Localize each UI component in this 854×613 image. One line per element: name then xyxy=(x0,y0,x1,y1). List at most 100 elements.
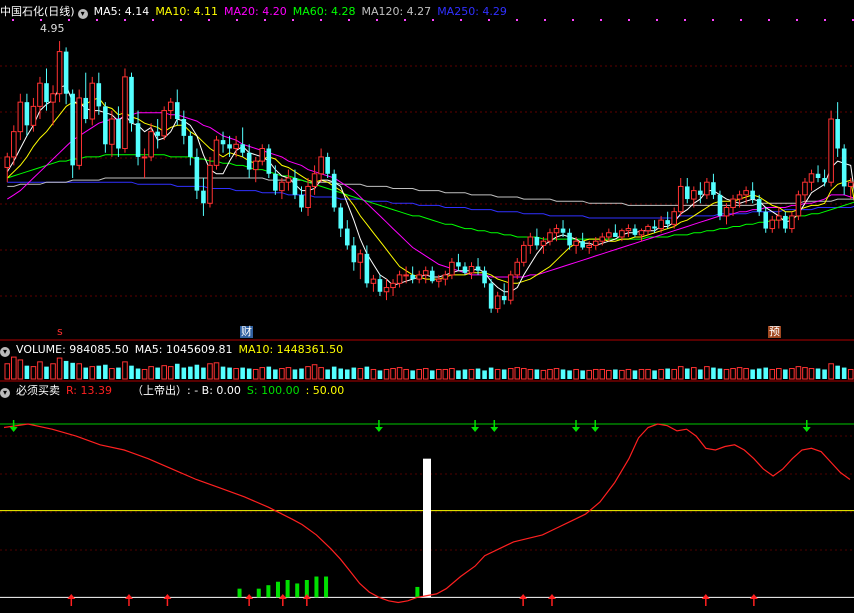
candle-body xyxy=(698,190,703,195)
volume-bar xyxy=(665,368,670,379)
volume-bar xyxy=(305,366,311,380)
candle-body xyxy=(390,282,396,289)
sell-arrow-icon xyxy=(572,420,581,432)
dropdown-icon[interactable]: ▾ xyxy=(0,388,10,398)
volume-bar xyxy=(109,368,115,380)
volume-bar xyxy=(711,367,716,379)
candle-body xyxy=(396,274,403,284)
volume-bar xyxy=(743,368,749,380)
candle-body xyxy=(429,270,435,282)
candle-body xyxy=(638,230,645,236)
candle-body xyxy=(213,139,220,166)
volume-bar xyxy=(344,369,350,379)
candle-body xyxy=(56,51,63,95)
candle-body xyxy=(17,101,24,133)
candle-body xyxy=(37,82,43,107)
volume-bar xyxy=(501,369,507,379)
volume-bar xyxy=(141,368,148,380)
volume-bar xyxy=(331,366,337,379)
volume-bar xyxy=(383,368,390,380)
candle-body xyxy=(763,211,769,229)
candle-body xyxy=(449,261,455,276)
candle-body xyxy=(141,156,148,159)
candle-body xyxy=(70,93,75,166)
volume-bar xyxy=(30,366,37,380)
candle-body xyxy=(188,135,193,157)
volume-bar xyxy=(148,366,154,380)
dropdown-icon[interactable]: ▾ xyxy=(77,9,88,19)
candle-body xyxy=(736,194,743,200)
volume-bar xyxy=(207,363,213,380)
ma250-label: MA250: 4.29 xyxy=(437,5,507,18)
stock-title[interactable]: 中国石化(日线) xyxy=(0,5,75,18)
candle-body xyxy=(580,241,585,248)
volume-ma10-label: MA10: 1448361.50 xyxy=(238,343,344,356)
volume-bar xyxy=(789,368,795,380)
candle-body xyxy=(422,270,429,276)
candle-body xyxy=(103,106,108,145)
volume-bar xyxy=(390,368,396,380)
volume-bar xyxy=(698,369,703,379)
indicator-title[interactable]: 必须买卖 xyxy=(16,384,60,397)
level-value-label: : 50.00 xyxy=(305,384,345,397)
volume-bar xyxy=(279,368,285,380)
volume-bar xyxy=(227,367,232,379)
dropdown-icon[interactable]: ▾ xyxy=(0,347,10,357)
signal-dot xyxy=(796,19,798,21)
volume-bar xyxy=(213,362,220,380)
signal-dot xyxy=(768,19,770,21)
volume-bar xyxy=(494,368,501,380)
volume-bar xyxy=(736,367,743,380)
candle-body xyxy=(802,181,808,196)
volume-bar xyxy=(763,367,769,379)
volume-bar xyxy=(167,366,174,380)
event-tag-finance[interactable]: 财 xyxy=(240,326,253,338)
candle-body xyxy=(691,190,697,200)
candle-body xyxy=(586,244,592,249)
candle-body xyxy=(482,270,487,284)
event-tag-s[interactable]: s xyxy=(56,326,64,338)
candle-body xyxy=(658,219,664,230)
candle-body xyxy=(30,105,37,126)
candle-body xyxy=(122,76,128,150)
event-tag-forecast[interactable]: 预 xyxy=(768,326,781,338)
sell-arrow-icon xyxy=(471,420,480,432)
volume-bar xyxy=(266,366,272,379)
volume-bar xyxy=(122,361,128,380)
ma60-line xyxy=(7,154,854,240)
volume-bar xyxy=(442,368,449,380)
candle-body xyxy=(723,206,730,217)
volume-bar xyxy=(514,367,521,380)
volume-bar xyxy=(403,368,409,380)
indicator-panel-header: ▾ 必须买卖 R: 13.39 （上帝出）: - B: 0.00 S: 100.00: … xyxy=(0,383,350,399)
green-signal-bar xyxy=(415,586,420,598)
green-signal-bar xyxy=(256,588,261,598)
volume-bar xyxy=(299,368,304,379)
volume-bar xyxy=(63,360,69,379)
volume-bar xyxy=(351,367,357,379)
candle-body xyxy=(370,278,377,284)
volume-bar xyxy=(285,367,292,380)
volume-bar xyxy=(652,370,657,379)
candle-body xyxy=(344,228,350,246)
volume-bar xyxy=(475,368,481,379)
candle-body xyxy=(259,148,266,162)
volume-bar xyxy=(580,370,585,379)
candle-body xyxy=(567,232,572,246)
volume-bar xyxy=(188,366,193,379)
white-signal-bar xyxy=(423,458,431,598)
candle-body xyxy=(835,119,840,149)
candle-body xyxy=(155,131,160,136)
volume-bar xyxy=(456,370,461,379)
candle-body xyxy=(822,178,827,183)
candle-body xyxy=(468,265,475,274)
candle-body xyxy=(246,152,252,170)
candle-body xyxy=(311,173,318,187)
volume-bar xyxy=(632,370,638,379)
candle-body xyxy=(240,144,245,153)
volume-bar xyxy=(717,368,723,379)
signal-dot xyxy=(572,19,574,21)
candle-body xyxy=(573,240,579,246)
volume-bar xyxy=(507,368,514,380)
volume-bar xyxy=(802,367,808,380)
